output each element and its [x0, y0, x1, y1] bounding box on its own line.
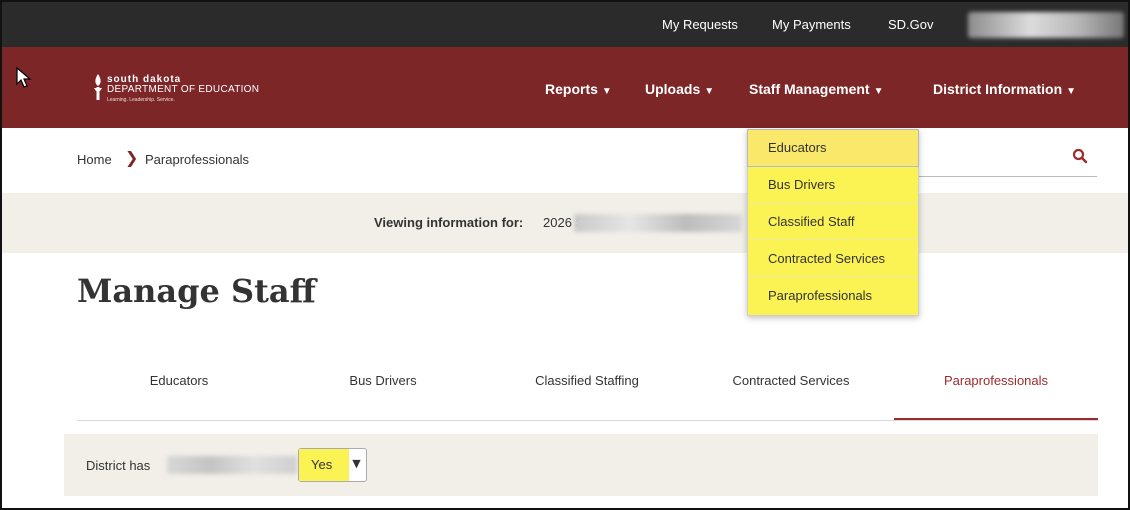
tab-paraprofessionals[interactable]: Paraprofessionals: [894, 362, 1098, 420]
tab-classified-staffing[interactable]: Classified Staffing: [485, 362, 689, 420]
caret-down-icon: ▼: [704, 86, 715, 97]
caret-down-icon: ▼: [1066, 86, 1077, 97]
district-yes-no-select[interactable]: Yes ▼: [298, 448, 367, 482]
breadcrumb: Home ❯ Paraprofessionals: [2, 128, 1128, 193]
nav-uploads[interactable]: Uploads ▼: [645, 47, 714, 128]
logo-department-text: DEPARTMENT OF EDUCATION: [107, 84, 260, 95]
torch-icon: [94, 74, 102, 100]
dropdown-item-paraprofessionals[interactable]: Paraprofessionals: [748, 278, 918, 314]
nav-district-information-label: District Information: [933, 81, 1063, 97]
sd-gov-link[interactable]: SD.Gov: [888, 2, 934, 47]
nav-reports[interactable]: Reports ▼: [545, 47, 612, 128]
page-title: Manage Staff: [77, 272, 316, 310]
staff-management-dropdown: Educators Bus Drivers Classified Staff C…: [747, 129, 919, 316]
district-setting-bar: District has Yes ▼: [64, 434, 1098, 496]
nav-uploads-label: Uploads: [645, 81, 701, 97]
chevron-down-icon: ▼: [352, 457, 361, 470]
dropdown-item-classified-staff[interactable]: Classified Staff: [748, 204, 918, 240]
dropdown-item-contracted-services[interactable]: Contracted Services: [748, 241, 918, 277]
logo-tagline: Learning. Leadership. Service.: [107, 97, 175, 103]
sd-doe-logo[interactable]: south dakota DEPARTMENT OF EDUCATION Lea…: [92, 70, 282, 104]
breadcrumb-home-link[interactable]: Home: [77, 152, 112, 167]
tab-educators[interactable]: Educators: [77, 362, 281, 420]
search-icon[interactable]: [1072, 148, 1088, 164]
caret-down-icon: ▼: [601, 86, 612, 97]
chevron-right-icon: ❯: [125, 148, 139, 167]
my-requests-link[interactable]: My Requests: [662, 2, 738, 47]
search-input[interactable]: [917, 176, 1097, 177]
select-value: Yes: [311, 457, 333, 472]
staff-tabs: Educators Bus Drivers Classified Staffin…: [77, 362, 1098, 421]
user-account-redacted[interactable]: [968, 12, 1124, 38]
district-has-label: District has: [86, 458, 151, 473]
tab-contracted-services[interactable]: Contracted Services: [689, 362, 893, 420]
mouse-cursor-icon: [16, 67, 32, 88]
dropdown-item-bus-drivers[interactable]: Bus Drivers: [748, 167, 918, 203]
tab-bus-drivers[interactable]: Bus Drivers: [281, 362, 485, 420]
browser-frame: My Requests My Payments SD.Gov south dak…: [0, 0, 1130, 510]
nav-district-information[interactable]: District Information ▼: [933, 47, 1076, 128]
breadcrumb-current: Paraprofessionals: [145, 152, 250, 167]
utility-bar: My Requests My Payments SD.Gov: [2, 2, 1128, 47]
redacted-setting-text: [167, 456, 297, 474]
viewing-info-bar: Viewing information for: 2026 S: [2, 193, 1128, 253]
caret-down-icon: ▼: [873, 86, 884, 97]
redacted-district-name: [574, 214, 742, 232]
viewing-label: Viewing information for:: [374, 215, 524, 230]
nav-staff-management[interactable]: Staff Management ▼: [749, 47, 883, 128]
nav-reports-label: Reports: [545, 81, 598, 97]
my-payments-link[interactable]: My Payments: [772, 2, 851, 47]
main-navigation: south dakota DEPARTMENT OF EDUCATION Lea…: [2, 47, 1128, 128]
nav-staff-management-label: Staff Management: [749, 81, 870, 97]
dropdown-item-educators[interactable]: Educators: [747, 129, 919, 167]
